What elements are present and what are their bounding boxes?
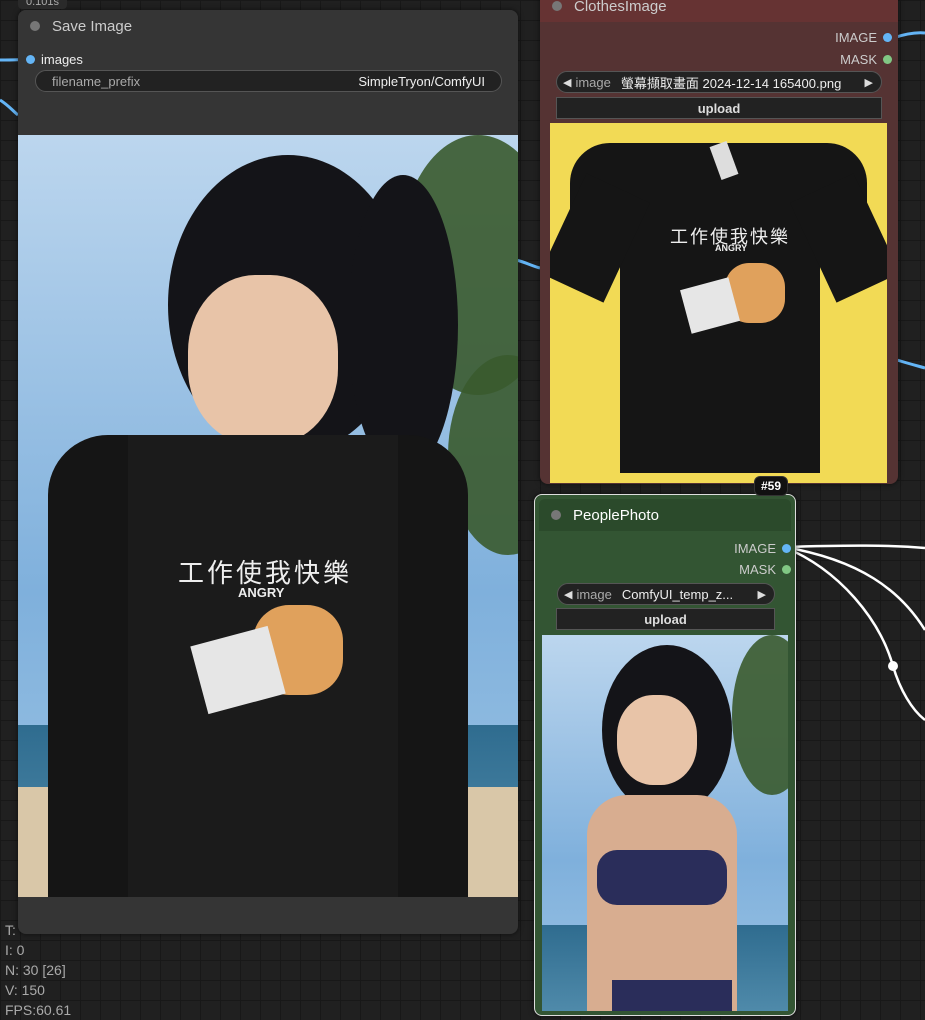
node-title: PeoplePhoto: [573, 506, 659, 524]
node-collapse-dot[interactable]: [30, 21, 40, 31]
mask-output-port[interactable]: [782, 565, 791, 574]
right-triangle-icon[interactable]: ▶: [758, 588, 766, 601]
stat-vertices: V: 150: [5, 982, 45, 998]
image-output-port[interactable]: [782, 544, 791, 553]
image-output-slot[interactable]: IMAGE: [835, 30, 892, 45]
upload-button[interactable]: upload: [556, 608, 775, 630]
image-output-port[interactable]: [883, 33, 892, 42]
image-select-combo[interactable]: ◀ image 螢幕擷取畫面 2024-12-14 165400.png ▶: [556, 71, 882, 93]
filename-prefix-widget[interactable]: filename_prefix SimpleTryon/ComfyUI: [35, 70, 502, 92]
node-title-bar[interactable]: PeoplePhoto: [539, 499, 791, 531]
node-collapse-dot[interactable]: [551, 510, 561, 520]
images-input-slot[interactable]: images: [26, 52, 83, 67]
left-triangle-icon[interactable]: ◀: [563, 76, 571, 89]
mask-output-slot[interactable]: MASK: [739, 562, 791, 577]
image-combo-label: image: [576, 586, 612, 602]
people-photo-preview: [542, 635, 788, 1011]
save-image-preview: 工作使我快樂 ANGRY: [18, 135, 518, 897]
canvas-stats: T: I: 0 N: 30 [26] V: 150 FPS:60.61: [5, 920, 71, 1020]
image-output-slot[interactable]: IMAGE: [734, 541, 791, 556]
upload-button[interactable]: upload: [556, 97, 882, 119]
save-image-node[interactable]: Save Image images filename_prefix Simple…: [18, 10, 518, 934]
people-photo-node[interactable]: PeoplePhoto IMAGE MASK ◀ image ComfyUI_t…: [534, 494, 796, 1016]
images-input-label: images: [41, 52, 83, 67]
image-combo-value: 螢幕擷取畫面 2024-12-14 165400.png: [620, 75, 842, 91]
mask-output-port[interactable]: [883, 55, 892, 64]
image-combo-value: ComfyUI_temp_z...: [621, 586, 734, 602]
stat-fps: FPS:60.61: [5, 1002, 72, 1018]
mask-output-slot[interactable]: MASK: [840, 52, 892, 67]
node-title: ClothesImage: [574, 0, 667, 15]
stat-time: T:: [5, 922, 16, 938]
image-combo-label: image: [575, 74, 611, 90]
node-collapse-dot[interactable]: [552, 1, 562, 11]
mask-output-label: MASK: [840, 52, 877, 67]
node-id-badge: #59: [754, 476, 789, 496]
shirt-print-subtext: ANGRY: [715, 243, 748, 253]
right-triangle-icon[interactable]: ▶: [865, 76, 873, 89]
mask-output-label: MASK: [739, 562, 776, 577]
node-title-bar[interactable]: Save Image: [18, 10, 518, 42]
images-input-port[interactable]: [26, 55, 35, 64]
node-title: Save Image: [52, 17, 133, 35]
node-title-bar[interactable]: ClothesImage: [540, 0, 898, 22]
stat-nodes: N: 30 [26]: [5, 962, 66, 978]
filename-prefix-value: SimpleTryon/ComfyUI: [358, 73, 485, 89]
image-select-combo[interactable]: ◀ image ComfyUI_temp_z... ▶: [557, 583, 775, 605]
clothes-image-node[interactable]: ClothesImage IMAGE MASK ◀ image 螢幕擷取畫面 2…: [540, 0, 898, 484]
shirt-print-subtext: ANGRY: [238, 585, 285, 600]
filename-prefix-label: filename_prefix: [52, 73, 141, 89]
timing-label: 0.101s: [18, 0, 68, 9]
left-triangle-icon[interactable]: ◀: [564, 588, 572, 601]
image-output-label: IMAGE: [835, 30, 877, 45]
image-output-label: IMAGE: [734, 541, 776, 556]
stat-i: I: 0: [5, 942, 25, 958]
clothes-image-preview: 工作使我快樂 ANGRY: [550, 123, 887, 483]
